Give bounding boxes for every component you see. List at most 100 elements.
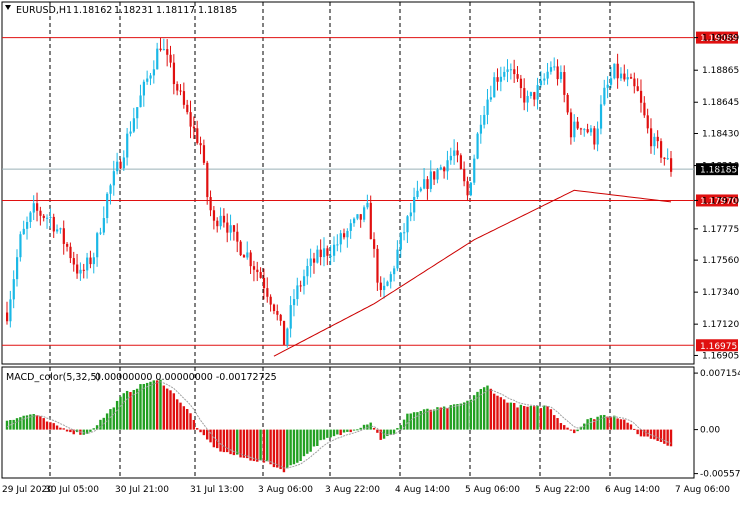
macd-bar [296,429,299,463]
candle-body [566,94,569,113]
macd-bar [526,406,529,430]
macd-bar [326,429,329,438]
candle-body [42,215,45,218]
candle-body [312,258,316,263]
macd-bar [346,429,349,432]
candle-body [59,228,62,230]
candle-body [92,257,95,265]
candle-body [259,272,262,278]
candle-body [326,248,329,256]
macd-bar [416,412,419,430]
candle-body [166,49,169,55]
level-label: 1.16975 [700,342,737,352]
candle-body [356,214,359,219]
candle-body [553,66,556,68]
candle-body [429,171,432,189]
macd-bar [573,429,576,434]
macd-bar [446,408,449,430]
candle-body [246,252,249,258]
x-tick-label: 30 Jul 21:00 [115,485,169,495]
candle-body [343,233,346,238]
macd-tick-label: 0.00 [700,426,720,436]
macd-bar [539,408,543,430]
candle-body [309,258,312,266]
candle-body [106,193,109,219]
candle-body [369,202,372,240]
candle-body [366,202,369,208]
macd-bar [199,429,202,433]
macd-bar [376,429,379,433]
candle-body [649,128,653,147]
candle-body [279,314,282,321]
macd-bar [586,419,589,430]
candle-body [162,49,166,51]
macd-bar [609,416,613,430]
macd-bar [92,428,95,430]
candle-body [576,121,579,129]
macd-bar [633,428,636,430]
candle-body [156,48,159,70]
macd-bar [236,429,239,455]
macd-bar [22,415,25,430]
candle-body [236,231,239,242]
macd-bar [639,429,643,437]
macd-bar [266,429,269,462]
candle-body [513,69,516,75]
macd-bar [593,419,596,430]
macd-bar [466,400,469,430]
macd-bar [132,389,135,430]
macd-bar [165,388,169,430]
candle-body [289,305,292,329]
candle-body [433,171,436,180]
macd-bar [392,429,396,434]
high-value: 1.18231 [114,5,153,16]
candle-body [456,150,459,156]
candle-body [269,296,272,305]
macd-bar [142,383,146,430]
candle-body [479,124,483,134]
candle-body [416,190,419,197]
y-tick-label: 1.19089 [702,34,739,44]
macd-bar [389,429,392,435]
macd-bar [179,402,182,430]
y-tick-label: 1.17560 [702,256,739,266]
y-tick-label: 1.18430 [702,130,739,140]
macd-bar [119,396,122,430]
macd-bar [396,428,399,430]
candle-body [62,228,65,244]
macd-bar [249,429,252,461]
candle-body [222,215,226,223]
candle-body [379,282,382,291]
candle-body [423,179,426,189]
macd-bar [366,424,369,430]
macd-bar [543,405,546,430]
candle-body [119,161,122,169]
macd-bar [99,419,102,430]
macd-bar [563,425,566,430]
macd-bar [489,388,493,430]
macd-bar [316,429,319,446]
candle-body [666,158,669,160]
macd-bar [35,415,39,430]
macd-bar [332,429,336,437]
candle-body [39,210,42,216]
candle-body [276,310,279,315]
candle-body [229,225,232,233]
macd-bar [339,429,342,436]
candle-body [66,243,69,247]
candle-body [653,136,656,147]
candle-body [523,88,526,103]
macd-bar [336,429,339,435]
candle-body [489,97,493,100]
macd-bar [49,422,52,430]
macd-bar [522,406,526,430]
macd-bar [155,380,159,430]
candle-body [182,91,186,105]
candle-body [419,188,422,191]
macd-bar [309,429,312,452]
candle-body [556,66,559,80]
candle-body [659,141,663,158]
candle-body [49,216,52,218]
candle-body [396,249,399,269]
macd-bar [12,419,15,430]
